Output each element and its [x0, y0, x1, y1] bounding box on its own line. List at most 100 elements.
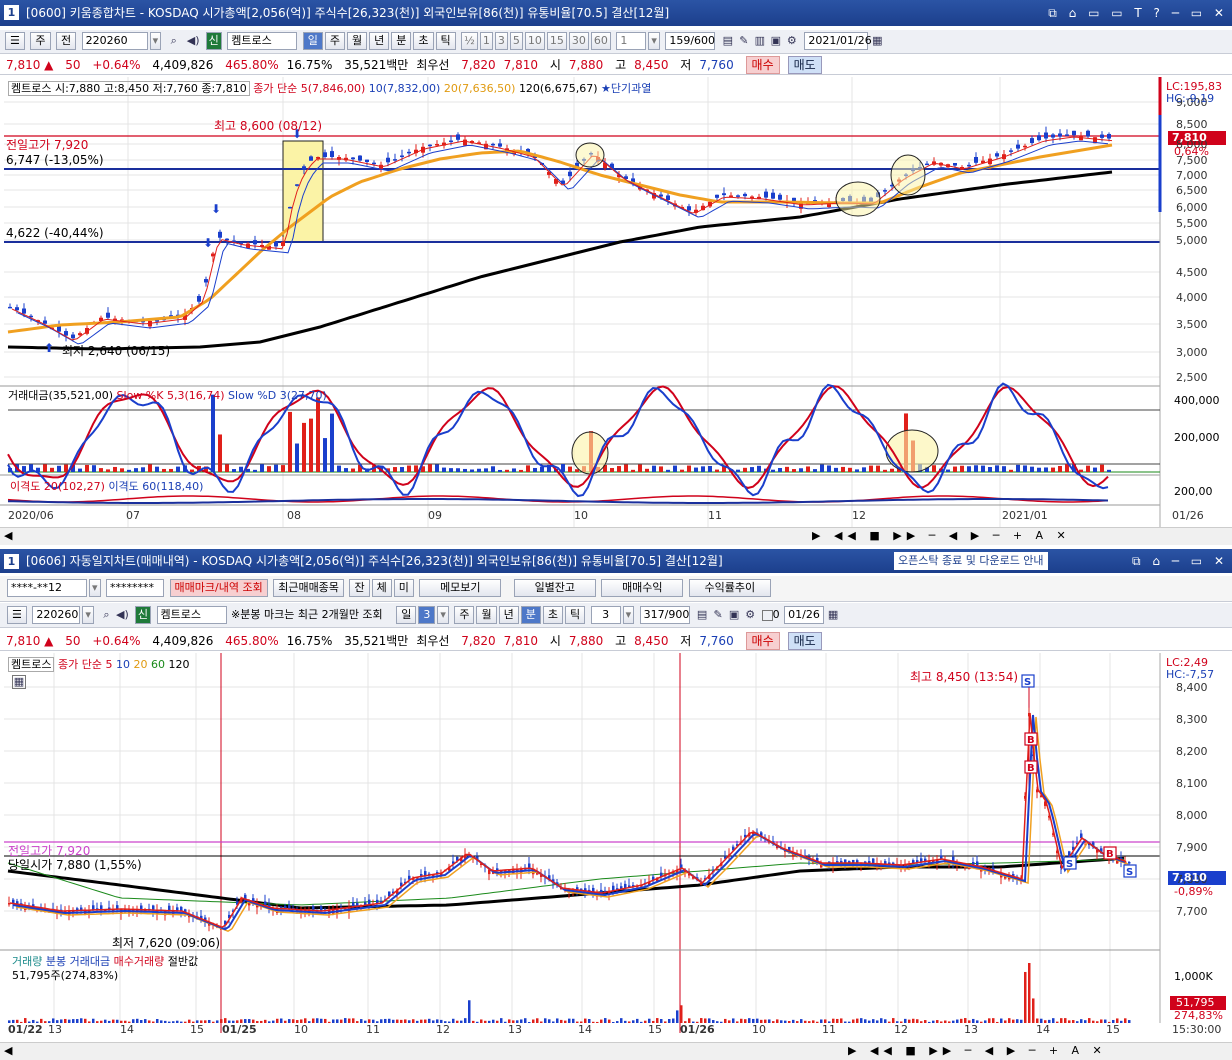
buy-button[interactable]: 매수: [745, 56, 780, 74]
calendar-icon-2[interactable]: ▦: [825, 607, 841, 623]
interval-5[interactable]: 5: [509, 32, 523, 50]
second-tab-2[interactable]: 초: [542, 606, 563, 624]
menu-icon-2[interactable]: ☰: [7, 606, 27, 624]
interval-1[interactable]: 1: [479, 32, 493, 50]
candle-body: [351, 157, 355, 160]
trade-profit-button[interactable]: 매매수익: [601, 579, 684, 597]
interval-60[interactable]: 60: [590, 32, 611, 50]
bar-count-field[interactable]: 159/600: [665, 32, 716, 50]
window1-controls[interactable]: ⧉ ⌂ ▭ ▭ T ? ─ ▭ ✕: [1048, 0, 1228, 26]
save-icon-2[interactable]: ▣: [726, 607, 742, 623]
gear-icon[interactable]: ⚙: [784, 33, 800, 49]
interval-15[interactable]: 15: [546, 32, 567, 50]
account-dropdown-icon[interactable]: ▾: [89, 579, 101, 597]
volume-bar: [491, 466, 495, 472]
interval-input[interactable]: 1: [616, 32, 647, 50]
search-icon[interactable]: ⌕: [166, 33, 182, 49]
minute-interval-dropdown-icon[interactable]: ▾: [622, 606, 635, 624]
interval-3[interactable]: 3: [494, 32, 508, 50]
daily-balance-button[interactable]: 일별잔고: [513, 579, 596, 597]
interval-dropdown-icon[interactable]: ▾: [648, 32, 660, 50]
window1-scrollbar[interactable]: ◀ ▶ ◀◀ ■ ▶▶ ─ ◀ ▶ ─ + A ✕: [0, 527, 1232, 545]
code-dropdown-icon-2[interactable]: ▾: [82, 606, 94, 624]
scroll-left-icon[interactable]: ◀: [4, 528, 12, 544]
scroll-controls-2[interactable]: ▶ ◀◀ ■ ▶▶ ─ ◀ ▶ ─ + A ✕: [848, 1043, 1107, 1059]
date-input-2[interactable]: 01/26: [784, 606, 825, 624]
stock-code-input-2[interactable]: 220260: [32, 606, 81, 624]
speaker-icon-2[interactable]: ◀): [114, 607, 130, 623]
account-input[interactable]: ****-**12: [7, 579, 87, 597]
gear-icon-2[interactable]: ⚙: [742, 607, 758, 623]
code-dropdown-icon[interactable]: ▾: [149, 32, 162, 50]
scroll-left-icon-2[interactable]: ◀: [4, 1043, 12, 1059]
day-button-2[interactable]: 일: [396, 606, 417, 624]
interval-half[interactable]: ½: [461, 32, 478, 50]
scroll-controls[interactable]: ▶ ◀◀ ■ ▶▶ ─ ◀ ▶ ─ + A ✕: [812, 528, 1071, 544]
window1-chart[interactable]: ⬇ ⬇ ⬇ ⬆ 9,000 8,500 8,000 7,500 7,000 6,500 6,…: [0, 77, 1232, 547]
chart-tools-icon[interactable]: ▤: [720, 33, 736, 49]
memo-button[interactable]: 메모보기: [419, 579, 502, 597]
stock-code-input[interactable]: 220260: [81, 32, 148, 50]
volume-bar-2: [408, 1020, 411, 1023]
print-icon[interactable]: ▥: [752, 33, 768, 49]
window2-scrollbar[interactable]: ◀ ▶ ◀◀ ■ ▶▶ ─ ◀ ▶ ─ + A ✕: [0, 1042, 1232, 1060]
interval-10[interactable]: 10: [524, 32, 545, 50]
menu-icon[interactable]: ☰: [5, 32, 25, 50]
tick-tab-2[interactable]: 틱: [564, 606, 586, 624]
search-icon-2[interactable]: ⌕: [98, 607, 114, 623]
volume-bar: [841, 466, 845, 472]
stock-name-field-2[interactable]: 켐트로스: [156, 606, 227, 624]
bar-count-field-2[interactable]: 317/900: [639, 606, 690, 624]
period-minute-tab[interactable]: 분: [391, 32, 412, 50]
buy-button-2[interactable]: 매수: [745, 632, 780, 650]
sell-button-2[interactable]: 매도: [787, 632, 822, 650]
minute-tab-2[interactable]: 분: [520, 606, 541, 624]
period-day-button[interactable]: 일: [302, 32, 323, 50]
date-input[interactable]: 2021/01/26: [804, 32, 872, 50]
volume-bar: [57, 465, 61, 472]
period-tick-tab[interactable]: 틱: [435, 32, 456, 50]
minute-interval-input[interactable]: 3: [590, 606, 621, 624]
drawing-icon[interactable]: ✎: [736, 33, 752, 49]
trade-mark-query-button[interactable]: 매매마크/내역 조회: [169, 579, 268, 597]
calendar-icon[interactable]: ▦: [869, 33, 885, 49]
chart-tools-icon-2[interactable]: ▤: [694, 607, 710, 623]
return-trend-button[interactable]: 수익률추이: [688, 579, 771, 597]
volume-bar: [498, 469, 502, 472]
zero-checkbox[interactable]: [761, 609, 773, 621]
year-tab-2[interactable]: 년: [498, 606, 519, 624]
drawing-icon-2[interactable]: ✎: [710, 607, 726, 623]
period-month-tab[interactable]: 월: [347, 32, 368, 50]
volume-bar: [1093, 467, 1097, 472]
volume-bar-2: [64, 1018, 67, 1023]
balance-button[interactable]: 잔: [349, 579, 370, 597]
month-tab-2[interactable]: 월: [476, 606, 497, 624]
volume-bar: [99, 468, 103, 472]
window2-controls[interactable]: ⧉ ⌂ ─ ▭ ✕: [1132, 549, 1228, 573]
recent-trades-button[interactable]: 최근매매종목: [273, 579, 344, 597]
week-tab-2[interactable]: 주: [454, 606, 475, 624]
volume-bar-2: [432, 1020, 435, 1023]
executed-button[interactable]: 체: [371, 579, 392, 597]
sell-button[interactable]: 매도: [787, 56, 822, 74]
day-count-3[interactable]: 3: [418, 606, 436, 624]
day-count-dropdown-icon[interactable]: ▾: [437, 606, 449, 624]
period-week-button[interactable]: 주: [30, 32, 51, 50]
period-year-tab[interactable]: 년: [369, 32, 390, 50]
speaker-icon[interactable]: ◀): [185, 33, 201, 49]
password-input[interactable]: ********: [106, 579, 165, 597]
volume-bar: [351, 468, 355, 472]
interval-30[interactable]: 30: [568, 32, 589, 50]
low-price: 7,760: [699, 58, 734, 72]
notice-button[interactable]: 오픈스탁 종료 및 다운로드 안내: [894, 552, 1048, 570]
table-icon[interactable]: ▦: [12, 675, 26, 689]
window2-chart[interactable]: S B B S B S 8,400 8,300 8,200 8,100 8,000 7,900 7,8…: [0, 653, 1232, 1042]
stock-name-field[interactable]: 켐트로스: [227, 32, 298, 50]
jeon-button[interactable]: 전: [56, 32, 77, 50]
volume-bar-2: [464, 1018, 467, 1023]
pending-button[interactable]: 미: [393, 579, 414, 597]
period-week-tab[interactable]: 주: [324, 32, 346, 50]
volume-bar-2: [960, 1018, 963, 1023]
save-icon[interactable]: ▣: [768, 33, 784, 49]
period-second-tab[interactable]: 초: [413, 32, 434, 50]
